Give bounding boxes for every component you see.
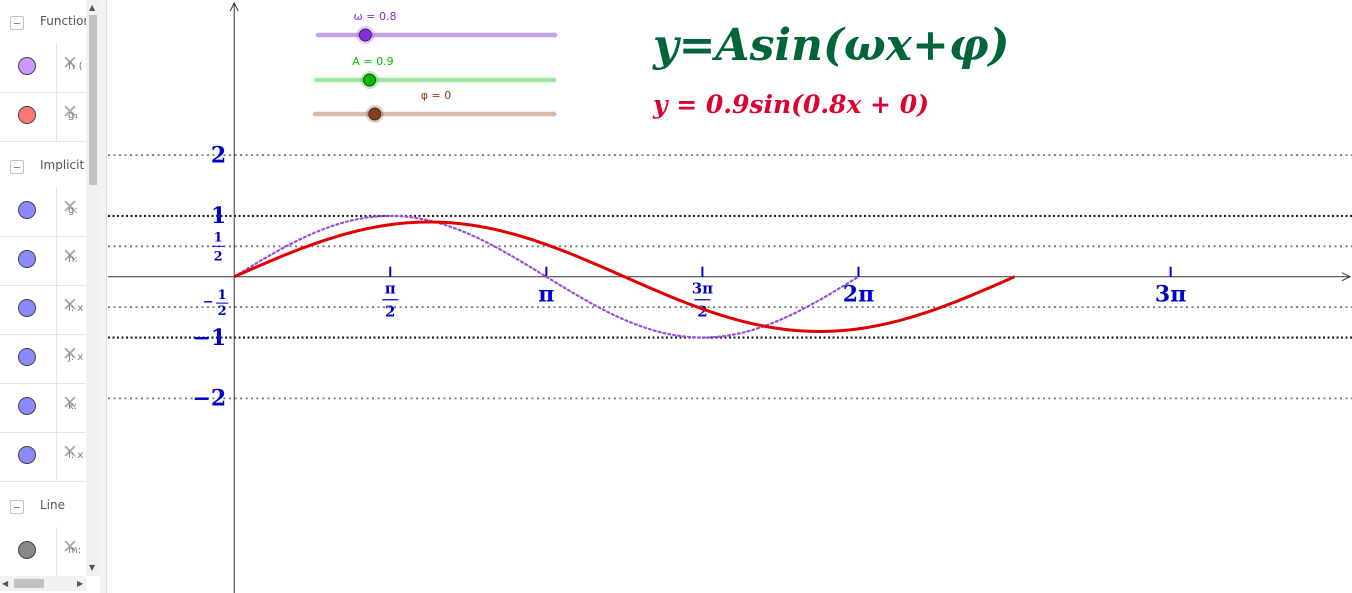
collapse-minus-icon[interactable]: [10, 500, 24, 514]
y-label-neg-half-sign: −: [203, 295, 214, 310]
phase-slider-knob[interactable]: [368, 107, 382, 121]
x-tick-label-numerator: 3π: [692, 280, 713, 298]
y-label-neg-half-numerator: 1: [218, 288, 227, 303]
scroll-right-arrow-icon[interactable]: ▶: [77, 579, 83, 588]
y-label-half-numerator: 1: [214, 230, 223, 245]
row-divider: [56, 187, 57, 236]
row-divider: [56, 285, 57, 334]
row-divider: [56, 236, 57, 285]
phase-slider-arrow-icon: [553, 111, 557, 117]
x-tick-label: 3π: [1155, 282, 1186, 308]
omega-slider-label: ω = 0.8: [354, 10, 397, 23]
scroll-up-arrow-icon[interactable]: ▲: [89, 3, 95, 12]
algebra-group-header[interactable]: Functions: [0, 3, 97, 45]
view-divider[interactable]: [100, 0, 107, 593]
y-label-neg-half-denominator: 2: [218, 304, 227, 319]
algebra-horizontal-scroll-thumb[interactable]: [14, 579, 44, 588]
visibility-toggle-marble[interactable]: [18, 57, 36, 75]
omega-slider-arrow-icon: [554, 32, 558, 38]
row-divider: [56, 432, 57, 481]
visibility-toggle-marble[interactable]: [18, 201, 36, 219]
scroll-down-arrow-icon[interactable]: ▼: [89, 563, 95, 572]
algebra-group-header[interactable]: Line: [0, 487, 86, 529]
omega-slider-knob[interactable]: [358, 28, 372, 42]
algebra-row-text[interactable]: j: x: [68, 352, 83, 363]
collapse-minus-icon[interactable]: [10, 16, 24, 30]
algebra-row[interactable]: ✕ l: x: [0, 432, 86, 482]
row-divider: [56, 92, 57, 141]
x-tick-label-denominator: 2: [385, 303, 395, 321]
row-divider: [56, 43, 57, 92]
y-label-1: 1: [211, 203, 226, 229]
y-label-neg-1: −1: [192, 325, 226, 351]
algebra-row-text[interactable]: h:: [68, 254, 78, 265]
y-label-half-denominator: 2: [214, 249, 223, 264]
algebra-row[interactable]: ✕ h:: [0, 236, 86, 286]
algebra-row-text[interactable]: m:: [68, 545, 81, 556]
visibility-toggle-marble[interactable]: [18, 348, 36, 366]
x-tick-label: π: [538, 282, 554, 308]
y-label-neg-2: −2: [192, 386, 226, 412]
visibility-toggle-marble[interactable]: [18, 250, 36, 268]
algebra-row-text[interactable]: g:: [68, 205, 78, 216]
specific-formula-text: y = 0.9sin(0.8x + 0): [652, 90, 929, 119]
algebra-row-text[interactable]: f₁ (: [68, 61, 83, 72]
algebra-row[interactable]: ✕ i: x: [0, 285, 86, 335]
x-tick-label-numerator: π: [385, 280, 396, 298]
algebra-row-text[interactable]: k:: [68, 401, 77, 412]
visibility-toggle-marble[interactable]: [18, 541, 36, 559]
algebra-vertical-scroll-thumb[interactable]: [89, 15, 97, 185]
algebra-row-text[interactable]: g₁: [68, 110, 78, 121]
algebra-group-label: Line: [40, 498, 66, 512]
algebra-row-text[interactable]: l: x: [68, 450, 83, 461]
y-label-2: 2: [211, 142, 226, 168]
x-tick-label: 2π: [843, 282, 874, 308]
algebra-row[interactable]: ✕ g₁: [0, 92, 86, 142]
algebra-row[interactable]: ✕ m:: [0, 527, 86, 577]
algebra-row[interactable]: ✕ g:: [0, 187, 86, 237]
algebra-row-text[interactable]: i: x: [68, 303, 83, 314]
algebra-view: Functions ✕ f₁ (✕ g₁ Implicit C ✕ g: ✕ h: ✕ i: x ✕ j…: [0, 0, 100, 593]
visibility-toggle-marble[interactable]: [18, 299, 36, 317]
visibility-toggle-marble[interactable]: [18, 446, 36, 464]
row-divider: [56, 527, 57, 576]
algebra-group-header[interactable]: Implicit C: [0, 147, 96, 189]
algebra-row[interactable]: ✕ f₁ (: [0, 43, 86, 93]
graphics-view[interactable]: π2π3π22π3π4π21−1−212−12ω = 0.8A = 0.9φ =…: [108, 0, 1352, 593]
scroll-left-arrow-icon[interactable]: ◀: [2, 579, 8, 588]
visibility-toggle-marble[interactable]: [18, 106, 36, 124]
phase-slider-label: φ = 0: [421, 89, 451, 102]
algebra-row[interactable]: ✕ k:: [0, 383, 86, 433]
visibility-toggle-marble[interactable]: [18, 397, 36, 415]
row-divider: [56, 383, 57, 432]
algebra-row[interactable]: ✕ j: x: [0, 334, 86, 384]
row-divider: [56, 334, 57, 383]
amplitude-slider-label: A = 0.9: [352, 55, 393, 68]
amplitude-slider-knob[interactable]: [363, 73, 377, 87]
collapse-minus-icon[interactable]: [10, 160, 24, 174]
amplitude-slider-arrow-icon: [553, 77, 557, 83]
general-formula-text: y=Asin(ωx+φ): [652, 20, 1010, 71]
